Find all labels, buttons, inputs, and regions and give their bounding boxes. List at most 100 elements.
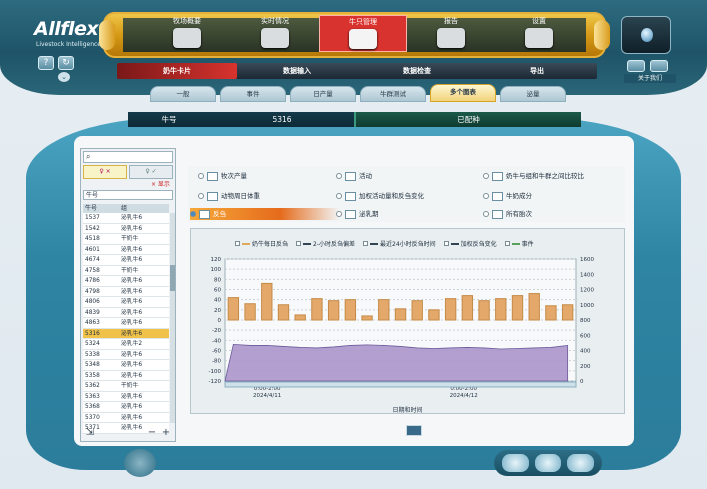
- cell-id: 4674: [85, 257, 100, 263]
- cell-group: 泌乳牛6: [121, 351, 143, 358]
- line-chart-icon: [492, 209, 503, 219]
- option-radio[interactable]: [336, 211, 342, 217]
- top-menu-item-0[interactable]: 牧场概要: [143, 15, 231, 52]
- option-radio[interactable]: [198, 193, 204, 199]
- rumination-bar: [327, 300, 340, 321]
- y-left-tick-label: 0: [218, 318, 222, 324]
- left-nav-icon[interactable]: [627, 60, 645, 72]
- table-row[interactable]: 4674 泌乳牛6: [83, 255, 169, 266]
- search-input[interactable]: ⌕: [83, 151, 173, 163]
- tab-multi-chart[interactable]: 多个图表: [430, 84, 496, 102]
- tab-events[interactable]: 事件: [220, 86, 286, 102]
- table-row[interactable]: 5324 泌乳牛2: [83, 339, 169, 350]
- animal-key-label: 牛号: [161, 115, 177, 124]
- option-radio[interactable]: [483, 173, 489, 179]
- clear-filter-button[interactable]: × 显示: [151, 179, 170, 188]
- print-icon[interactable]: [534, 454, 562, 472]
- y-right-tick-label: 200: [580, 364, 591, 370]
- y-left-tick-label: 100: [211, 267, 222, 273]
- save-icon[interactable]: [567, 454, 595, 472]
- filter-female-off-button[interactable]: ♀ ×: [83, 165, 127, 179]
- add-icon[interactable]: +: [159, 427, 173, 439]
- option-label: 牛奶成分: [506, 192, 532, 200]
- table-row[interactable]: 5358 泌乳牛6: [83, 370, 169, 381]
- top-menu-item-1[interactable]: 实时情况: [231, 15, 319, 52]
- sub-menu-item-0[interactable]: 奶牛卡片: [117, 63, 237, 79]
- col-group-header[interactable]: 组: [121, 204, 127, 213]
- tab-herd-test[interactable]: 牛群测试: [360, 86, 426, 102]
- sync-icon[interactable]: [502, 454, 529, 472]
- cell-group: 干奶牛: [121, 267, 139, 274]
- table-row[interactable]: 5363 泌乳牛6: [83, 391, 169, 402]
- top-menu-item-4[interactable]: 设置: [495, 15, 583, 52]
- table-row[interactable]: 5368 泌乳牛6: [83, 402, 169, 413]
- cell-id: 5338: [85, 351, 100, 358]
- rumination-bar: [444, 298, 457, 321]
- option-compare[interactable]: 奶牛与组和牛群之间比较比: [483, 170, 584, 182]
- table-row[interactable]: 4758 干奶牛: [83, 265, 169, 276]
- option-radio[interactable]: [198, 173, 204, 179]
- option-radio[interactable]: [336, 173, 342, 179]
- y-right-tick-label: 600: [580, 333, 591, 339]
- option-activity[interactable]: 活动: [336, 170, 372, 182]
- return-icon[interactable]: [406, 425, 422, 436]
- sub-menu-item-2[interactable]: 数据检查: [357, 63, 477, 79]
- top-menu-item-3[interactable]: 报告: [407, 15, 495, 52]
- cow-card-icon: [349, 29, 377, 49]
- table-row[interactable]: 1537 泌乳牛6: [83, 213, 169, 224]
- option-milk-yield[interactable]: 牧次产量: [198, 170, 247, 182]
- option-lactation[interactable]: 泌乳期: [336, 208, 379, 220]
- table-row[interactable]: 4518 干奶牛: [83, 234, 169, 245]
- cell-group: 泌乳牛6: [121, 372, 143, 379]
- scroll-thumb[interactable]: [170, 265, 175, 291]
- y-right-tick-label: 800: [580, 318, 591, 324]
- option-rumination[interactable]: 反刍: [190, 208, 340, 220]
- table-row[interactable]: 4601 泌乳牛6: [83, 244, 169, 255]
- tab-lactation[interactable]: 泌量: [500, 86, 566, 102]
- option-all-parities[interactable]: 所有胎次: [483, 208, 532, 220]
- option-radio[interactable]: [336, 193, 342, 199]
- table-row[interactable]: 1542 泌乳牛6: [83, 223, 169, 234]
- option-milk-components[interactable]: 牛奶成分: [483, 190, 532, 202]
- table-row[interactable]: 4839 泌乳牛6: [83, 307, 169, 318]
- table-row[interactable]: 5362 干奶牛: [83, 381, 169, 392]
- cell-group: 干奶牛: [121, 236, 139, 242]
- cell-group: 泌乳牛6: [121, 362, 143, 368]
- chart-scrollbar: [224, 381, 577, 388]
- top-menu-item-2[interactable]: 牛只管理: [319, 15, 407, 52]
- export-icon[interactable]: ⇲: [83, 427, 97, 439]
- about-button[interactable]: 关于我们: [624, 74, 676, 83]
- table-row[interactable]: 5370 泌乳牛6: [83, 412, 169, 423]
- option-radio[interactable]: [483, 193, 489, 199]
- table-row[interactable]: 5316 泌乳牛6: [83, 328, 169, 339]
- list-sort-select[interactable]: 牛号: [83, 190, 173, 200]
- option-radio[interactable]: [483, 211, 489, 217]
- chevron-down-icon[interactable]: ⌄: [58, 72, 70, 82]
- cell-id: 4863: [85, 320, 100, 326]
- sub-menu-item-1[interactable]: 数据输入: [237, 63, 357, 79]
- cell-group: 泌乳牛6: [121, 393, 143, 400]
- option-weighted-change[interactable]: 加权活动量和反刍变化: [336, 190, 424, 202]
- remove-icon[interactable]: −: [145, 427, 159, 439]
- table-row[interactable]: 5348 泌乳牛6: [83, 360, 169, 371]
- option-body-weight[interactable]: 动物周日体重: [198, 190, 260, 202]
- filter-female-on-button[interactable]: ♀ ✓: [129, 165, 173, 179]
- y-left-tick-label: 40: [214, 298, 221, 304]
- tab-general[interactable]: 一般: [150, 86, 216, 102]
- right-nav-icon[interactable]: [650, 60, 668, 72]
- table-row[interactable]: 4806 泌乳牛6: [83, 297, 169, 308]
- table-row[interactable]: 5338 泌乳牛6: [83, 349, 169, 360]
- table-row[interactable]: 4786 泌乳牛6: [83, 276, 169, 287]
- list-scrollbar[interactable]: [170, 213, 175, 423]
- table-row[interactable]: 4798 泌乳牛6: [83, 286, 169, 297]
- refresh-icon[interactable]: ↻: [58, 56, 74, 70]
- cell-group: 泌乳牛6: [121, 288, 143, 295]
- sub-menu-item-3[interactable]: 导出: [477, 63, 597, 79]
- table-row[interactable]: 4863 泌乳牛6: [83, 318, 169, 329]
- exit-button[interactable]: [124, 449, 156, 477]
- option-radio[interactable]: [190, 211, 196, 217]
- help-icon[interactable]: ?: [38, 56, 54, 70]
- tab-daily-yield[interactable]: 日产量: [290, 86, 356, 102]
- col-id-header[interactable]: 牛号: [83, 204, 121, 213]
- y-left-tick-label: -120: [209, 379, 222, 385]
